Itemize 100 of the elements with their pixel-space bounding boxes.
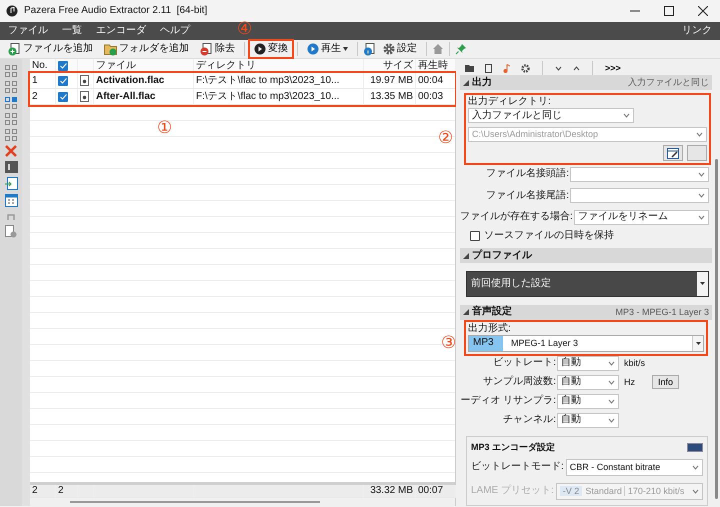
table-cell: 19.97 MB: [370, 74, 413, 86]
row-checkbox[interactable]: [58, 92, 68, 102]
combo-box[interactable]: 自動: [557, 394, 619, 409]
table-cell: After-All.flac: [96, 90, 156, 102]
combo-box[interactable]: ファイルをリネーム: [574, 210, 709, 225]
home-icon[interactable]: [432, 43, 444, 55]
convert-button[interactable]: 変換: [250, 41, 292, 57]
row-checkbox[interactable]: [58, 76, 68, 86]
collapse-icon: [463, 80, 469, 86]
chevron-down-icon: [608, 360, 615, 366]
chevron-down-icon: [698, 172, 705, 177]
unit-label: kbit/s: [624, 358, 646, 369]
document-info-icon[interactable]: [5, 225, 17, 238]
panel-tab[interactable]: [554, 66, 563, 70]
add-file-icon: [8, 42, 21, 56]
scrollbar-thumb[interactable]: [70, 501, 320, 503]
combo-box[interactable]: 自動: [557, 374, 619, 390]
settings-icon: [383, 43, 395, 55]
combo-box[interactable]: CBR - Constant bitrate: [566, 458, 703, 476]
field-label: 出力形式:: [468, 322, 512, 335]
add-file-button[interactable]: ファイルを追加: [4, 40, 97, 58]
menu-item[interactable]: ファイル: [8, 25, 48, 37]
section-title: 出力: [472, 76, 492, 88]
grid-icon[interactable]: [5, 129, 17, 141]
section-title: 音声設定: [472, 306, 512, 318]
section-header[interactable]: プロファイル: [460, 248, 712, 264]
combo-box[interactable]: 自動: [557, 412, 619, 428]
section-title: プロファイル: [472, 250, 532, 262]
panel-tab[interactable]: [484, 64, 493, 72]
column-header: ディレクトリ: [196, 60, 256, 72]
menu-item[interactable]: リンク: [682, 25, 712, 37]
more-button[interactable]: >>>: [604, 62, 622, 74]
browse-button[interactable]: [663, 145, 683, 161]
menu-item[interactable]: 一覧: [62, 25, 82, 37]
field-label: ファイルが存在する場合:: [460, 211, 573, 224]
add-folder-button[interactable]: フォルダを追加: [100, 40, 193, 58]
play-button[interactable]: 再生: [303, 41, 352, 57]
profile-dropdown[interactable]: 前回使用した設定: [466, 271, 709, 297]
section-header[interactable]: 出力 入力ファイルと同じ: [460, 75, 712, 90]
caret-icon: [343, 47, 348, 51]
app-icon: [6, 5, 18, 17]
checkbox-label: ソースファイルの日時を保持: [484, 230, 614, 242]
combo-box[interactable]: 自動: [557, 356, 619, 371]
checkbox[interactable]: [470, 230, 480, 241]
collapse-icon: [463, 309, 469, 316]
footer-cell: 00:07: [418, 485, 444, 497]
field-label: サンプル周波数:: [482, 376, 556, 388]
select-all-checkbox[interactable]: [58, 60, 68, 70]
edit-folder-icon: [667, 148, 679, 159]
column-header: No.: [32, 60, 48, 72]
close-icon[interactable]: [698, 6, 708, 16]
collapse-icon: [463, 252, 469, 259]
panel-tab[interactable]: [464, 64, 475, 72]
play-icon: [307, 43, 319, 55]
grid-icon[interactable]: [5, 113, 17, 125]
section-header[interactable]: 音声設定 MP3 - MPEG-1 Layer 3: [460, 304, 712, 320]
info-icon[interactable]: [363, 42, 376, 56]
add-folder-icon: [104, 42, 117, 56]
play-icon: [254, 43, 266, 55]
settings-button[interactable]: 設定: [379, 41, 421, 57]
annotation-marker: ②: [438, 129, 453, 146]
field-label: ファイル名接尾語:: [486, 190, 569, 202]
calendar-icon[interactable]: [4, 194, 18, 207]
number-icon[interactable]: [4, 161, 18, 173]
unit-label: Hz: [624, 376, 635, 388]
grid-icon[interactable]: [5, 81, 17, 93]
footer-cell: 2: [32, 485, 38, 497]
pin-icon[interactable]: [455, 43, 467, 55]
menu-item[interactable]: エンコーダ: [96, 25, 146, 37]
table-cell: Activation.flac: [96, 74, 164, 86]
window-title: Pazera Free Audio Extractor 2.11 [64-bit]: [24, 5, 208, 17]
panel-tab[interactable]: [572, 66, 581, 70]
remove-icon: [200, 42, 213, 56]
field-label: LAME プリセット:: [471, 485, 554, 497]
grid-icon[interactable]: [5, 65, 17, 77]
remove-button[interactable]: 除去: [196, 40, 239, 58]
delete-icon[interactable]: [5, 145, 17, 157]
menu-item[interactable]: ヘルプ: [160, 25, 190, 37]
audio-file-icon: [80, 75, 89, 86]
footer-cell: 2: [58, 485, 64, 497]
scrollbar-thumb[interactable]: [714, 159, 718, 499]
combo-box: -V 2 Standard 170-210 kbit/s: [556, 482, 703, 500]
defaults-button[interactable]: [687, 442, 703, 452]
field-label: チャンネル:: [502, 414, 556, 426]
table-cell: F:\テスト\flac to mp3\2023_10...: [196, 74, 340, 86]
check-icon: [60, 94, 66, 100]
info-button[interactable]: Info: [652, 375, 680, 390]
table-cell: F:\テスト\flac to mp3\2023_10...: [196, 90, 340, 102]
format-dropdown[interactable]: MP3 MPEG-1 Layer 3: [468, 334, 704, 352]
dropdown[interactable]: 入力ファイルと同じ: [468, 108, 634, 123]
settings-icon: [521, 64, 530, 72]
check-icon: [60, 78, 66, 84]
select-icon[interactable]: [5, 97, 17, 109]
list-add-icon[interactable]: [4, 177, 18, 190]
maximize-icon[interactable]: [664, 6, 674, 16]
chevron-down-icon: [608, 398, 615, 404]
column-header: ファイル: [96, 60, 136, 72]
panel-tab[interactable]: [520, 64, 531, 72]
audio-file-icon: [80, 91, 89, 102]
field-label: ーディオ リサンプラ:: [460, 395, 556, 408]
